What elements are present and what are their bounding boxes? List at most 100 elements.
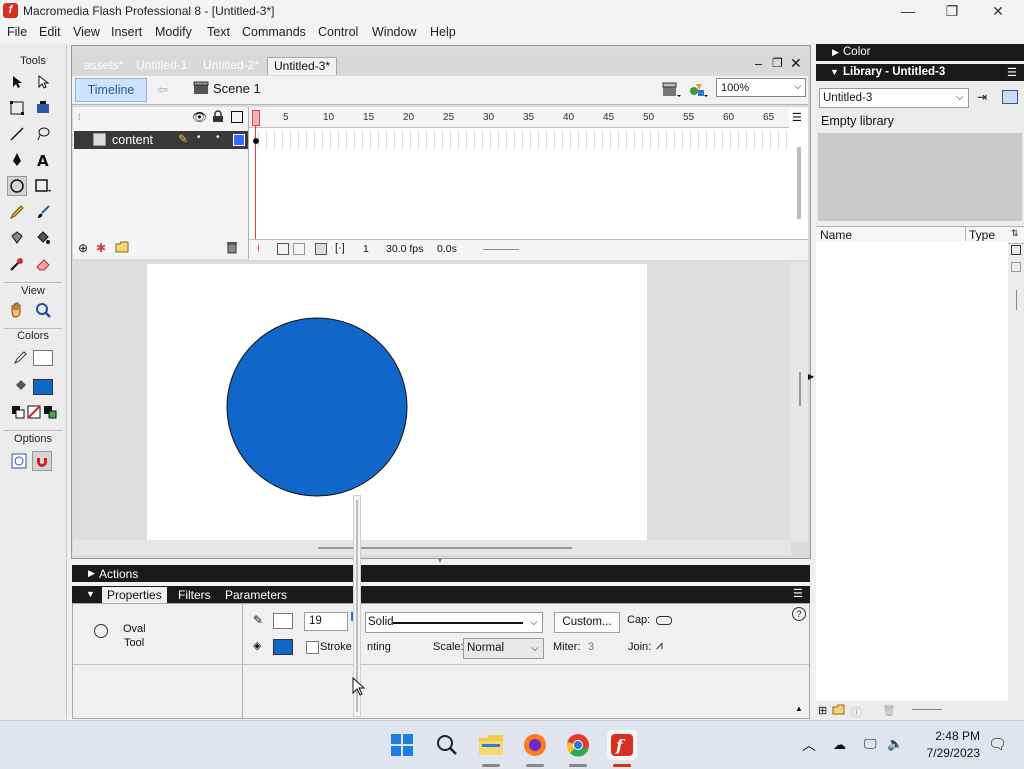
edit-scene-icon[interactable] bbox=[661, 81, 683, 99]
library-hscroll[interactable] bbox=[912, 709, 942, 710]
pencil-tool-icon[interactable] bbox=[7, 202, 27, 222]
stroke-color-picker[interactable] bbox=[273, 613, 293, 629]
network-icon[interactable]: ☁ bbox=[833, 737, 846, 753]
sort-order-icon[interactable]: ⇅ bbox=[1011, 228, 1019, 239]
add-motion-guide-icon[interactable]: ✱ bbox=[96, 241, 106, 255]
firefox-icon[interactable] bbox=[520, 730, 550, 760]
oval-fill[interactable] bbox=[226, 317, 408, 497]
doc-restore-button[interactable]: ❐ bbox=[772, 56, 783, 70]
delete-item-icon[interactable]: 🗑 bbox=[882, 704, 896, 717]
zoom-dropdown-icon[interactable]: ⌵ bbox=[794, 81, 802, 92]
help-icon[interactable]: ? bbox=[792, 607, 806, 621]
flash-taskbar-icon[interactable]: f bbox=[607, 730, 637, 760]
tab-untitled-2[interactable]: Untitled-2* bbox=[197, 57, 265, 74]
pen-tool-icon[interactable] bbox=[7, 150, 27, 170]
layer-name[interactable]: content bbox=[112, 133, 153, 147]
insert-folder-icon[interactable] bbox=[115, 241, 129, 256]
new-library-panel-icon[interactable] bbox=[1002, 90, 1018, 104]
hand-tool-icon[interactable] bbox=[7, 300, 27, 320]
clock-time[interactable]: 2:48 PM bbox=[918, 729, 980, 743]
notifications-icon[interactable]: 🗨 bbox=[988, 735, 1007, 753]
scene-label[interactable]: Scene 1 bbox=[213, 81, 261, 96]
new-symbol-icon[interactable]: ⊞ bbox=[818, 704, 827, 717]
actions-panel-header[interactable]: ▶ Actions bbox=[72, 565, 810, 582]
eyedropper-tool-icon[interactable] bbox=[7, 254, 27, 274]
narrow-view-icon[interactable] bbox=[1011, 262, 1021, 272]
layer-lock-dot[interactable]: • bbox=[216, 132, 220, 143]
onion-skin-icon[interactable] bbox=[277, 243, 289, 255]
timeline-toggle-button[interactable]: Timeline bbox=[75, 78, 147, 102]
onion-skin-outlines-icon[interactable] bbox=[293, 243, 305, 255]
tab-assets[interactable]: assets* bbox=[78, 57, 129, 74]
properties-menu-icon[interactable]: ☰ bbox=[793, 587, 803, 600]
delete-layer-icon[interactable] bbox=[226, 241, 238, 257]
library-item-list[interactable] bbox=[816, 241, 1008, 701]
menu-edit[interactable]: Edit bbox=[39, 25, 61, 39]
modify-onion-markers-icon[interactable]: [·] bbox=[335, 242, 345, 254]
edit-multiple-frames-icon[interactable] bbox=[315, 243, 327, 255]
free-transform-tool-icon[interactable] bbox=[7, 98, 27, 118]
properties-icon[interactable]: ⓘ bbox=[851, 704, 862, 720]
menu-view[interactable]: View bbox=[73, 25, 100, 39]
wide-view-icon[interactable] bbox=[1011, 245, 1021, 255]
outline-toggle-icon[interactable] bbox=[231, 111, 243, 123]
timeline-hscroll-thumb[interactable] bbox=[483, 249, 519, 250]
paint-bucket-tool-icon[interactable] bbox=[33, 228, 53, 248]
subselection-tool-icon[interactable] bbox=[33, 72, 53, 92]
library-scroll[interactable] bbox=[1016, 290, 1017, 310]
pin-library-icon[interactable]: ⇥ bbox=[977, 90, 987, 104]
display-icon[interactable]: 🖵 bbox=[864, 736, 877, 752]
center-frame-icon[interactable]: ⍿ bbox=[257, 243, 260, 256]
tab-untitled-3[interactable]: Untitled-3* bbox=[267, 57, 338, 75]
rectangle-tool-icon[interactable] bbox=[33, 176, 53, 196]
doc-minimize-button[interactable]: – bbox=[755, 56, 762, 71]
line-tool-icon[interactable] bbox=[7, 124, 27, 144]
properties-collapse-icon[interactable]: ▼ bbox=[86, 589, 95, 599]
layer-visible-dot[interactable]: • bbox=[197, 132, 201, 143]
miter-value[interactable]: 3 bbox=[588, 641, 594, 653]
fill-color-picker[interactable] bbox=[273, 639, 293, 655]
tab-parameters[interactable]: Parameters bbox=[225, 588, 287, 602]
menu-insert[interactable]: Insert bbox=[111, 25, 142, 39]
stroke-color-swatch[interactable] bbox=[33, 350, 53, 366]
chrome-icon[interactable] bbox=[563, 730, 593, 760]
color-panel-header[interactable]: ▶ Color bbox=[816, 44, 1024, 61]
close-button[interactable]: ✕ bbox=[978, 2, 1018, 20]
fill-color-swatch[interactable] bbox=[33, 379, 53, 395]
restore-button[interactable]: ❐ bbox=[932, 2, 972, 20]
object-drawing-icon[interactable] bbox=[9, 451, 29, 471]
zoom-select[interactable]: 100% bbox=[716, 78, 806, 97]
eraser-tool-icon[interactable] bbox=[33, 254, 53, 274]
menu-modify[interactable]: Modify bbox=[155, 25, 192, 39]
oval-tool-icon[interactable] bbox=[7, 176, 27, 196]
panel-collapse-arrow-icon[interactable]: ▼ bbox=[436, 556, 444, 565]
tray-overflow-chevron-icon[interactable]: ︿ bbox=[802, 735, 816, 755]
arrow-tool-icon[interactable] bbox=[7, 72, 27, 92]
brush-tool-icon[interactable] bbox=[33, 202, 53, 222]
scale-select[interactable]: Normal ⌵ bbox=[463, 638, 544, 659]
ink-bottle-tool-icon[interactable] bbox=[7, 228, 27, 248]
tab-properties[interactable]: Properties bbox=[102, 587, 167, 603]
swap-colors-icon[interactable] bbox=[40, 402, 60, 422]
custom-stroke-button[interactable]: Custom... bbox=[554, 612, 620, 633]
text-tool-icon[interactable]: A bbox=[33, 150, 53, 170]
lock-icon[interactable] bbox=[212, 110, 224, 126]
stroke-height-input[interactable]: 19 bbox=[304, 612, 348, 631]
menu-commands[interactable]: Commands bbox=[242, 25, 306, 39]
menu-window[interactable]: Window bbox=[372, 25, 416, 39]
tab-filters[interactable]: Filters bbox=[178, 588, 211, 602]
start-windows-icon[interactable] bbox=[387, 730, 417, 760]
menu-help[interactable]: Help bbox=[430, 25, 456, 39]
clock-date[interactable]: 7/29/2023 bbox=[910, 746, 980, 760]
back-arrow-icon[interactable]: ⇦ bbox=[157, 82, 168, 98]
library-panel-header[interactable]: ▼ Library - Untitled-3 ☰ bbox=[816, 64, 1024, 81]
frame-ruler[interactable]: 1 5 10 15 20 25 30 35 40 45 50 55 60 65 bbox=[249, 107, 789, 128]
playhead[interactable] bbox=[252, 110, 260, 126]
layer-outline-color[interactable] bbox=[233, 134, 245, 146]
menu-control[interactable]: Control bbox=[318, 25, 358, 39]
new-folder-icon[interactable] bbox=[832, 704, 845, 718]
lasso-tool-icon[interactable] bbox=[33, 124, 53, 144]
stage-vscroll-thumb[interactable] bbox=[799, 372, 801, 406]
minimize-button[interactable]: — bbox=[888, 2, 928, 20]
tab-untitled-1[interactable]: Untitled-1 bbox=[130, 57, 193, 74]
